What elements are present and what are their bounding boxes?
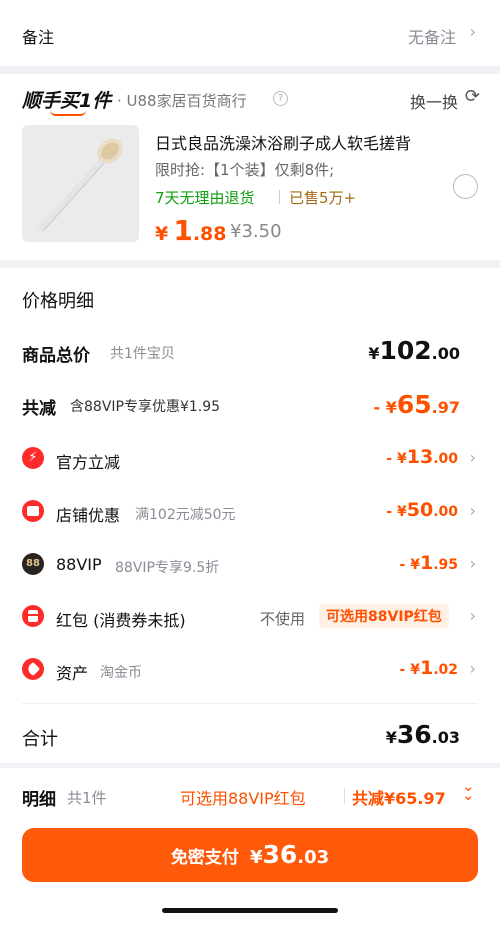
detail-sub: 共1件 [67, 789, 107, 807]
vip-amount: - ¥1.95 [399, 552, 458, 574]
shop-discount-row[interactable]: 店铺优惠 满102元减50元 - ¥50.00 › [0, 493, 500, 533]
detail-label[interactable]: 明细 [22, 785, 56, 810]
remark-value: 无备注 [407, 28, 456, 47]
chevron-right-icon: › [469, 606, 476, 625]
price-detail-card: 价格明细 商品总价 共1件宝贝 ¥102.00 共减 含88VIP专享优惠¥1.… [0, 268, 500, 763]
store-name: · U88家居百货商行 [117, 92, 247, 110]
tag-icon [22, 658, 44, 680]
swap-button[interactable]: 换一换 [410, 89, 458, 113]
refresh-icon[interactable]: ⟳ [465, 86, 480, 107]
chevron-right-icon: › [469, 659, 476, 678]
product-title[interactable]: 日式良品洗澡沐浴刷子成人软毛搓背 [155, 130, 411, 154]
chevron-right-icon: › [469, 22, 476, 41]
asset-row[interactable]: 资产 淘金币 - ¥1.02 › [0, 651, 500, 691]
chevron-right-icon: › [469, 448, 476, 467]
store-logo-smile [50, 110, 86, 116]
official-reduce-amount: - ¥13.00 [386, 446, 458, 468]
reduce-sub: 含88VIP专享优惠¥1.95 [70, 399, 221, 415]
question-icon[interactable]: ? [273, 91, 288, 106]
divider [279, 190, 280, 204]
remark-label: 备注 [22, 28, 55, 47]
return-policy: 7天无理由退货 [155, 189, 255, 207]
sold-count: 已售5万+ [289, 189, 357, 207]
pay-button[interactable]: 免密支付 ¥36.03 [22, 828, 478, 882]
shop-discount-amount: - ¥50.00 [386, 499, 458, 521]
redpacket-icon [22, 605, 44, 627]
store-logo: 顺手买1件 [22, 90, 112, 112]
divider [344, 788, 345, 804]
bottom-reduce-text: 共减¥65.97 [352, 789, 446, 808]
redpacket-tag[interactable]: 可选用88VIP红包 [319, 604, 449, 628]
product-promo: 限时抢:【1个装】仅剩8件; [155, 161, 335, 179]
redpacket-hint[interactable]: 可选用88VIP红包 [180, 785, 306, 809]
bottom-bar: 明细 共1件 可选用88VIP红包 共减¥65.97 ⌄ ⌄ 免密支付 ¥36.0… [0, 768, 500, 925]
divider [22, 703, 478, 704]
redpacket-row[interactable]: 红包 (消费券未抵) 不使用 可选用88VIP红包 › [0, 598, 500, 638]
price-detail-heading: 价格明细 [22, 291, 94, 312]
chevron-right-icon: › [469, 501, 476, 520]
reduce-label: 共减 [22, 399, 56, 419]
chevron-down-double-icon[interactable]: ⌄ ⌄ [462, 779, 475, 803]
shop-icon [22, 500, 44, 522]
asset-amount: - ¥1.02 [399, 657, 458, 679]
sum-amount: ¥36.03 [385, 720, 460, 749]
select-radio[interactable] [453, 174, 478, 199]
chevron-right-icon: › [469, 554, 476, 573]
vip-row[interactable]: 88 88VIP 88VIP专享9.5折 - ¥1.95 › [0, 546, 500, 586]
total-label: 商品总价 [22, 346, 90, 366]
official-reduce-row[interactable]: ⚡ 官方立减 - ¥13.00 › [0, 440, 500, 480]
total-amount: ¥102.00 [368, 336, 460, 365]
lightning-icon: ⚡ [22, 447, 44, 469]
bath-brush-image [38, 138, 123, 232]
reduce-amount: - ¥65.97 [373, 390, 460, 419]
original-price: ¥3.50 [230, 221, 282, 242]
remark-row[interactable]: 备注 无备注 › [0, 0, 500, 66]
home-indicator [162, 908, 338, 913]
vip-badge-icon: 88 [22, 553, 44, 575]
total-sub: 共1件宝贝 [110, 346, 175, 362]
product-image[interactable] [22, 125, 139, 242]
product-price: ¥ 1.88 [155, 214, 227, 247]
sum-label: 合计 [22, 729, 58, 750]
product-card: 顺手买1件 · U88家居百货商行 ? 换一换 ⟳ 日式良品洗澡沐浴刷子成人软毛… [0, 74, 500, 260]
